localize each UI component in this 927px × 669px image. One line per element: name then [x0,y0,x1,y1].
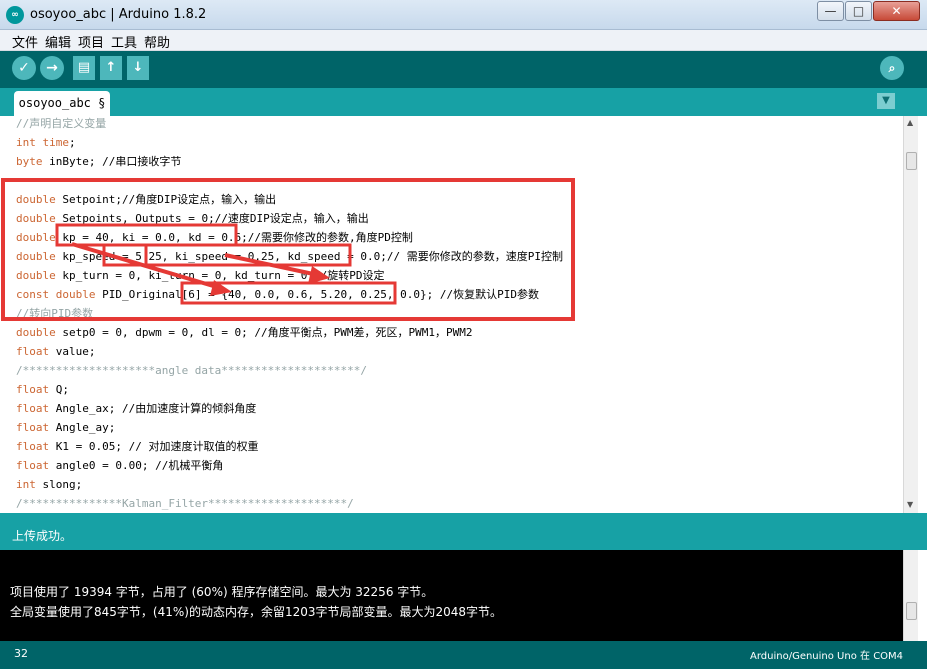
console-scrollbar[interactable] [903,550,918,641]
code-keyword: double [16,212,56,225]
code-text: angle0 = 0.00; //机械平衡角 [49,459,224,472]
code-line[interactable]: /***************Kalman_Filter***********… [16,494,354,513]
code-keyword: double [16,326,56,339]
code-keyword: float [16,440,50,453]
code-keyword: const [16,288,50,301]
arduino-logo-icon: ∞ [6,6,24,24]
code-comment: /********************angle data*********… [16,364,367,377]
tab-menu-button[interactable]: ▼ [877,93,895,109]
code-text: Setpoints, Outputs = 0;//速度DIP设定点，输入，输出 [55,212,369,225]
code-editor[interactable]: //声明自定义变量 int time; byte inByte; //串口接收字节 d… [0,116,903,513]
code-line[interactable]: double setp0 = 0, dpwm = 0, dl = 0; //角度… [16,323,473,342]
code-line[interactable]: double kp_turn = 0, ki_turn = 0, kd_turn… [16,266,385,285]
code-text: inByte; //串口接收字节 [42,155,182,168]
code-text: Angle_ax; //由加速度计算的倾斜角度 [49,402,257,415]
code-keyword: float [16,402,50,415]
code-keyword: time [42,136,70,149]
code-comment: /***************Kalman_Filter***********… [16,497,354,510]
menu-edit[interactable]: 编辑 [45,32,71,51]
code-line[interactable]: float K1 = 0.05; // 对加速度计取值的权重 [16,437,258,456]
code-line[interactable]: //转向PID参数 [16,304,93,323]
code-keyword: int [16,478,36,491]
close-button[interactable]: ✕ [873,1,920,21]
code-comment: //转向PID参数 [16,307,94,320]
code-line[interactable]: double Setpoints, Outputs = 0;//速度DIP设定点… [16,209,369,228]
code-keyword: double [16,231,56,244]
code-text: PID_Original[6] = {40, 0.0, 0.6, 5.20, 0… [95,288,539,301]
upload-button[interactable]: → [40,56,64,80]
code-line[interactable]: //声明自定义变量 [16,116,106,133]
status-message: 上传成功。 [12,529,73,543]
status-bar: 上传成功。 [0,519,927,550]
code-text: kp_turn = 0, ki_turn = 0, kd_turn = 0;//… [55,269,385,282]
code-text: kp_speed = 5.25, ki_speed = 0.25, kd_spe… [55,250,563,263]
menu-file[interactable]: 文件 [12,32,38,51]
open-sketch-button[interactable]: ↑ [100,56,122,80]
toolbar: ✓ → ▤ ↑ ↓ ⌕ [0,51,927,88]
code-line[interactable]: float Angle_ax; //由加速度计算的倾斜角度 [16,399,256,418]
code-keyword: float [16,383,50,396]
code-keyword: float [16,345,50,358]
maximize-button[interactable]: □ [845,1,872,21]
line-number: 32 [14,647,28,660]
console-line: 全局变量使用了845字节，(41%)的动态内存，余留1203字节局部变量。最大为… [10,605,503,619]
tab-strip: osoyoo_abc § ▼ [0,88,927,116]
code-line[interactable]: double kp_speed = 5.25, ki_speed = 0.25,… [16,247,563,266]
minimize-button[interactable]: — [817,1,844,21]
code-text: ; [69,136,76,149]
code-line[interactable]: float Angle_ay; [16,418,115,437]
code-keyword: double [55,288,96,301]
code-line[interactable]: float Q; [16,380,69,399]
console-scroll-thumb[interactable] [906,602,917,620]
code-keyword: double [16,250,56,263]
code-comment: //声明自定义变量 [16,117,107,130]
code-text: value; [49,345,96,358]
code-line[interactable]: /********************angle data*********… [16,361,367,380]
code-keyword: double [16,193,56,206]
footer-bar: 32 Arduino/Genuino Uno 在 COM4 [0,641,927,669]
tab-osoyoo-abc[interactable]: osoyoo_abc § [14,91,110,116]
verify-button[interactable]: ✓ [12,56,36,80]
menu-sketch[interactable]: 项目 [78,32,104,51]
code-line[interactable]: const double PID_Original[6] = {40, 0.0,… [16,285,539,304]
code-text: slong; [35,478,83,491]
code-text: K1 = 0.05; // 对加速度计取值的权重 [49,440,259,453]
scroll-up-icon[interactable]: ▲ [907,118,913,127]
code-line[interactable]: double kp = 40, ki = 0.0, kd = 0.6;//需要你… [16,228,413,247]
console-line: 项目使用了 19394 字节，占用了 (60%) 程序存储空间。最大为 3225… [10,585,434,599]
serial-monitor-button[interactable]: ⌕ [880,56,904,80]
code-line[interactable]: float angle0 = 0.00; //机械平衡角 [16,456,223,475]
code-keyword: double [16,269,56,282]
menu-bar: 文件 编辑 项目 工具 帮助 [0,30,927,51]
menu-tools[interactable]: 工具 [111,32,137,51]
code-text: Angle_ay; [49,421,116,434]
code-line[interactable]: float value; [16,342,95,361]
code-text: setp0 = 0, dpwm = 0, dl = 0; //角度平衡点，PWM… [55,326,473,339]
code-line[interactable]: byte inByte; //串口接收字节 [16,152,181,171]
editor-scrollbar[interactable]: ▲ ▼ [903,116,918,513]
window-title: osoyoo_abc | Arduino 1.8.2 [30,7,207,22]
console-output: 项目使用了 19394 字节，占用了 (60%) 程序存储空间。最大为 3225… [0,550,903,641]
title-bar: ∞ osoyoo_abc | Arduino 1.8.2 — □ ✕ [0,0,927,30]
scroll-down-icon[interactable]: ▼ [907,500,913,509]
new-sketch-button[interactable]: ▤ [73,56,95,80]
save-sketch-button[interactable]: ↓ [127,56,149,80]
code-keyword: float [16,459,50,472]
code-line[interactable]: double Setpoint;//角度DIP设定点，输入，输出 [16,190,276,209]
code-keyword: float [16,421,50,434]
code-line[interactable]: int time; [16,133,76,152]
board-port-info: Arduino/Genuino Uno 在 COM4 [750,651,904,662]
editor-scroll-thumb[interactable] [906,152,917,170]
code-text: Setpoint;//角度DIP设定点，输入，输出 [55,193,277,206]
code-line[interactable]: int slong; [16,475,82,494]
code-keyword: int [16,136,36,149]
menu-help[interactable]: 帮助 [144,32,170,51]
code-keyword: byte [16,155,43,168]
code-text: kp = 40, ki = 0.0, kd = 0.6;//需要你修改的参数,角… [55,231,413,244]
code-text: Q; [49,383,69,396]
